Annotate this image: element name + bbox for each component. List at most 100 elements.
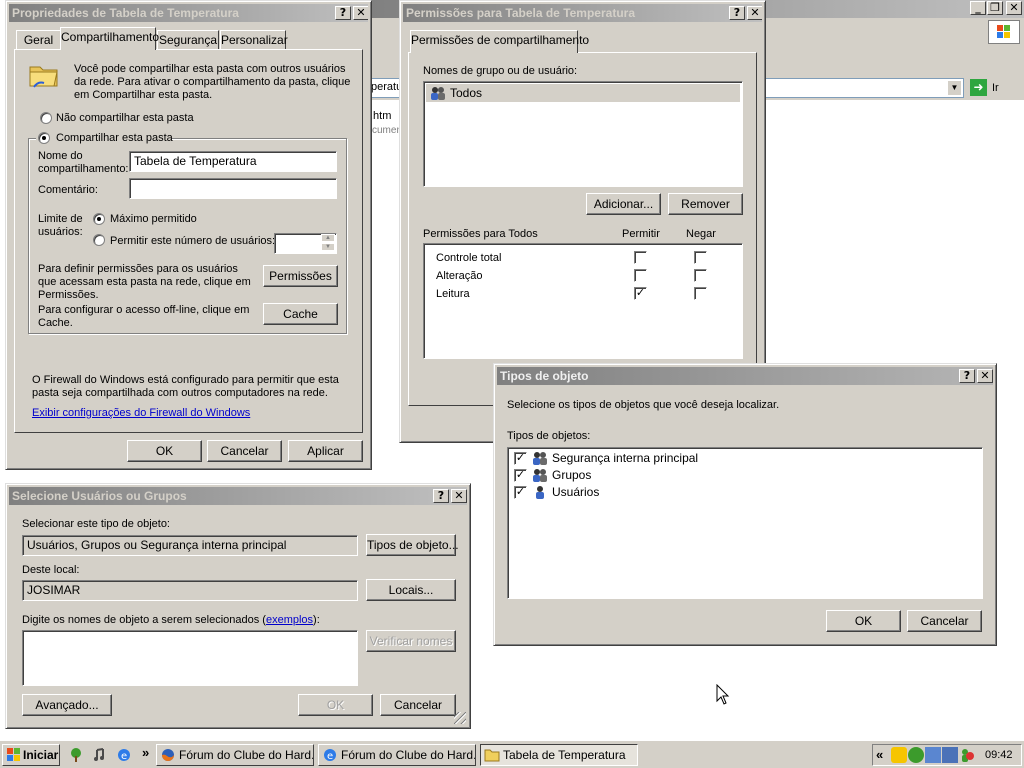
start-button[interactable]: Iniciar <box>2 744 60 766</box>
cancel-button[interactable]: Cancelar <box>207 440 282 462</box>
user-count-spinner[interactable]: ▲ ▼ <box>274 233 337 254</box>
tray-chevron[interactable]: « <box>876 748 883 761</box>
groups-list[interactable]: Todos <box>423 81 743 187</box>
tray-hand-icon[interactable] <box>891 747 907 763</box>
object-names-input[interactable] <box>22 630 358 686</box>
object-type-label: Selecionar este tipo de objeto: <box>22 518 170 530</box>
no-share-radio[interactable] <box>40 112 52 124</box>
perm-deny-checkbox[interactable] <box>694 287 707 300</box>
close-icon[interactable]: ✕ <box>747 6 762 20</box>
tray-network-icon[interactable] <box>925 747 941 763</box>
remove-button[interactable]: Remover <box>668 193 743 215</box>
ok-button[interactable]: OK <box>826 610 901 632</box>
properties-dialog: Propriedades de Tabela de Temperatura ? … <box>5 0 372 470</box>
firewall-link[interactable]: Exibir configurações do Firewall do Wind… <box>32 407 250 420</box>
quicklaunch-chevron[interactable]: » <box>142 746 149 759</box>
tray-gear-icon[interactable] <box>908 747 924 763</box>
permissions-button[interactable]: Permissões <box>263 265 338 287</box>
cancel-button[interactable]: Cancelar <box>380 694 456 716</box>
shared-folder-icon <box>28 61 60 89</box>
tab-share-permissions[interactable]: Permissões de compartilhamento <box>410 30 589 53</box>
file-name-fragment[interactable]: .htm <box>370 110 391 123</box>
comment-field[interactable] <box>129 178 337 199</box>
perm-allow-checkbox[interactable] <box>634 269 647 282</box>
tab-geral[interactable]: Geral <box>16 30 61 50</box>
properties-titlebar[interactable]: Propriedades de Tabela de Temperatura ? … <box>9 4 368 22</box>
apply-button[interactable]: Aplicar <box>288 440 363 462</box>
taskbar: Iniciar e » Fórum do Clube do Hard... e … <box>0 740 1024 768</box>
add-button[interactable]: Adicionar... <box>586 193 661 215</box>
tab-personalizar[interactable]: Personalizar <box>220 30 288 50</box>
help-icon[interactable]: ? <box>335 6 351 20</box>
group-row-todos[interactable]: Todos <box>426 84 740 102</box>
task-button-forum-2[interactable]: e Fórum do Clube do Hard... <box>318 744 476 766</box>
object-types-button[interactable]: Tipos de objeto... <box>366 534 459 556</box>
tab-seguranca[interactable]: Segurança <box>157 30 219 50</box>
resize-grip-icon[interactable] <box>454 712 466 724</box>
help-icon[interactable]: ? <box>729 6 745 20</box>
type-checkbox[interactable]: ✓ <box>514 486 527 499</box>
ok-button[interactable]: OK <box>127 440 202 462</box>
object-types-titlebar[interactable]: Tipos de objeto ? ✕ <box>497 367 993 385</box>
type-checkbox[interactable]: ✓ <box>514 452 527 465</box>
cancel-button[interactable]: Cancelar <box>907 610 982 632</box>
perm-row-label: Alteração <box>436 270 483 282</box>
cache-button[interactable]: Cache <box>263 303 338 325</box>
help-icon[interactable]: ? <box>959 369 975 383</box>
permissions-titlebar[interactable]: Permissões para Tabela de Temperatura ? … <box>403 4 762 22</box>
quicklaunch-music-icon[interactable] <box>92 747 108 763</box>
tray-network-2-icon[interactable] <box>942 747 958 763</box>
allow-number-label[interactable]: Permitir este número de usuários: <box>110 235 275 248</box>
tray-messenger-icon[interactable] <box>959 747 975 763</box>
check-names-button[interactable]: Verificar nomes <box>366 630 456 652</box>
quicklaunch-ie-icon[interactable]: e <box>116 747 132 763</box>
close-icon[interactable]: ✕ <box>451 489 467 503</box>
list-item[interactable]: ✓ Grupos <box>512 467 972 484</box>
max-allowed-label[interactable]: Máximo permitido <box>110 213 197 226</box>
locations-button[interactable]: Locais... <box>366 579 456 601</box>
perm-allow-checkbox[interactable]: ✓ <box>634 287 647 300</box>
address-dropdown-icon[interactable]: ▼ <box>947 80 962 96</box>
properties-title: Propriedades de Tabela de Temperatura <box>12 6 239 20</box>
minimize-icon[interactable]: _ <box>970 1 986 15</box>
perm-deny-checkbox[interactable] <box>694 251 707 264</box>
task-label: Fórum do Clube do Hard... <box>179 748 314 762</box>
perm-allow-checkbox[interactable] <box>634 251 647 264</box>
object-types-list: ✓ Segurança interna principal ✓ Grupos ✓… <box>507 447 983 599</box>
list-item[interactable]: ✓ Segurança interna principal <box>512 450 972 467</box>
go-button[interactable]: ➜ Ir <box>968 78 1018 98</box>
go-label: Ir <box>992 82 999 94</box>
firewall-link-text[interactable]: Exibir configurações do Firewall do Wind… <box>32 407 250 419</box>
help-icon[interactable]: ? <box>433 489 449 503</box>
types-instruction: Selecione os tipos de objetos que você d… <box>507 399 780 411</box>
restore-icon[interactable]: ❐ <box>987 1 1003 15</box>
list-item[interactable]: ✓ Usuários <box>512 484 972 501</box>
select-users-titlebar[interactable]: Selecione Usuários ou Grupos ? ✕ <box>9 487 467 505</box>
names-label-pre: Digite os nomes de objeto a serem seleci… <box>22 614 266 626</box>
spin-up-icon[interactable]: ▲ <box>321 234 335 242</box>
close-icon[interactable]: ✕ <box>977 369 993 383</box>
examples-link[interactable]: exemplos <box>266 614 313 626</box>
background-file-area: .htm cumen <box>370 100 403 140</box>
advanced-button[interactable]: Avançado... <box>22 694 112 716</box>
close-icon[interactable]: ✕ <box>353 6 368 20</box>
spin-down-icon[interactable]: ▼ <box>321 243 335 251</box>
perm-deny-checkbox[interactable] <box>694 269 707 282</box>
task-button-forum-1[interactable]: Fórum do Clube do Hard... <box>156 744 314 766</box>
max-allowed-radio[interactable] <box>93 213 105 225</box>
groups-icon <box>532 467 548 483</box>
type-checkbox[interactable]: ✓ <box>514 469 527 482</box>
quicklaunch-tree-icon[interactable] <box>68 747 84 763</box>
ok-button[interactable]: OK <box>298 694 373 716</box>
share-radio[interactable] <box>38 132 50 144</box>
task-button-tabela[interactable]: Tabela de Temperatura <box>480 744 638 766</box>
tab-compartilhamento[interactable]: Compartilhamento <box>60 27 159 50</box>
group-name: Todos <box>450 86 483 100</box>
share-name-field[interactable]: Tabela de Temperatura <box>129 151 337 172</box>
no-share-label[interactable]: Não compartilhar esta pasta <box>56 112 194 125</box>
close-icon[interactable]: ✕ <box>1006 1 1022 15</box>
share-label[interactable]: Compartilhar esta pasta <box>56 132 173 145</box>
permissions-list: Controle total Alteração Leitura ✓ <box>423 243 743 359</box>
file-sub-fragment: cumen <box>372 125 403 136</box>
allow-number-radio[interactable] <box>93 234 105 246</box>
